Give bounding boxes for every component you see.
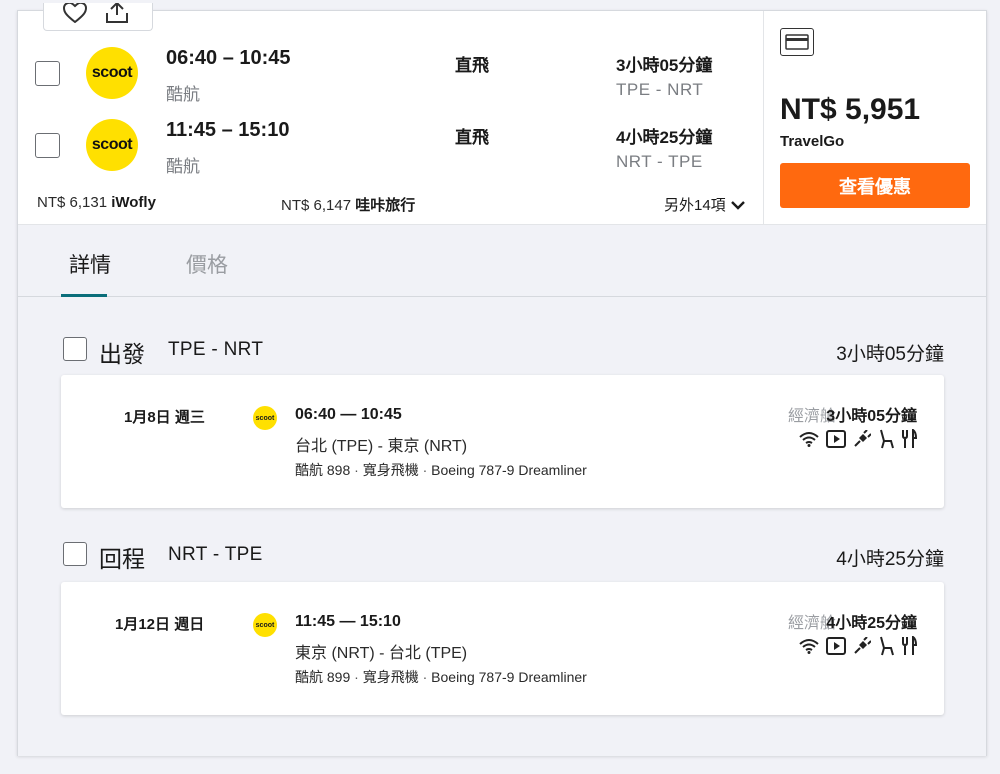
- return-airline: 酷航: [166, 157, 200, 176]
- alternative-prices: NT$ 6,131 iWofly NT$ 6,147 哇咔旅行 另外14項: [18, 191, 763, 215]
- flight-option-outbound: scoot 06:40 – 10:45 酷航 直飛 3小時05分鐘 TPE - …: [18, 47, 763, 109]
- details-panel: 詳情 價格 出發 TPE - NRT 3小時05分鐘 1月8日 週三 scoot…: [18, 224, 986, 756]
- separator: ·: [418, 462, 432, 478]
- segment-duration: 4小時25分鐘: [826, 615, 917, 632]
- flight-option-return: scoot 11:45 – 15:10 酷航 直飛 4小時25分鐘 NRT - …: [18, 119, 763, 181]
- video-icon: [826, 430, 846, 448]
- more-options-toggle[interactable]: 另外14項: [664, 194, 746, 215]
- segment-card-outbound: 1月8日 週三 scoot 06:40 — 10:45 台北 (TPE) - 東…: [61, 375, 944, 508]
- aircraft-model: Boeing 787-9 Dreamliner: [431, 669, 587, 685]
- segment-card-return: 1月12日 週日 scoot 11:45 — 15:10 東京 (NRT) - …: [61, 582, 944, 715]
- card-actions: [43, 1, 153, 31]
- segment-date: 1月12日 週日: [115, 616, 205, 633]
- scoot-logo: scoot: [86, 47, 138, 99]
- alt-price-1-amount: NT$ 6,131: [37, 194, 108, 211]
- alt-price-2-amount: NT$ 6,147: [281, 197, 352, 214]
- return-checkbox[interactable]: [35, 133, 60, 158]
- amenities: [799, 429, 917, 449]
- price-panel: NT$ 5,951 TravelGo 查看優惠: [763, 11, 987, 224]
- segment-times: 06:40 — 10:45: [295, 406, 402, 423]
- flight-number: 酷航 898: [295, 462, 351, 478]
- scoot-logo: scoot: [253, 613, 277, 637]
- meal-icon: [902, 636, 917, 655]
- outbound-leg-checkbox[interactable]: [63, 337, 87, 361]
- alt-price-1[interactable]: NT$ 6,131 iWofly: [37, 194, 156, 211]
- separator: ·: [418, 669, 432, 685]
- leg-route: NRT - TPE: [168, 544, 263, 565]
- wifi-icon: [799, 432, 819, 447]
- credit-card-icon: [780, 28, 814, 56]
- flight-number: 酷航 899: [295, 669, 351, 685]
- aircraft-type: 寬身飛機: [362, 462, 419, 478]
- power-icon: [854, 430, 871, 447]
- aircraft-model: Boeing 787-9 Dreamliner: [431, 462, 587, 478]
- leg-title: 回程: [99, 546, 145, 572]
- outbound-stops: 直飛: [455, 56, 489, 75]
- outbound-times: 06:40 – 10:45: [166, 47, 291, 69]
- scoot-logo: scoot: [86, 119, 138, 171]
- seat-icon: [880, 429, 894, 449]
- seat-icon: [880, 636, 894, 656]
- return-stops: 直飛: [455, 128, 489, 147]
- separator: ·: [350, 669, 363, 685]
- heart-icon[interactable]: [62, 1, 88, 28]
- return-route: NRT - TPE: [616, 152, 703, 171]
- power-icon: [854, 637, 871, 654]
- segment-route: 東京 (NRT) - 台北 (TPE): [295, 645, 468, 662]
- outbound-duration: 3小時05分鐘: [616, 56, 713, 75]
- view-deal-button[interactable]: 查看優惠: [780, 163, 970, 208]
- tab-details[interactable]: 詳情: [69, 249, 111, 279]
- alt-price-2-source: 哇咔旅行: [355, 197, 416, 214]
- active-tab-indicator: [61, 294, 107, 297]
- separator: ·: [350, 462, 363, 478]
- segment-duration: 3小時05分鐘: [826, 408, 917, 425]
- chevron-down-icon: [730, 200, 745, 210]
- segment-route: 台北 (TPE) - 東京 (NRT): [295, 438, 468, 455]
- outbound-airline: 酷航: [166, 85, 200, 104]
- segment-info: 酷航 898 · 寬身飛機 · Boeing 787-9 Dreamliner: [295, 460, 587, 480]
- details-tabs: 詳情 價格: [18, 225, 986, 297]
- alt-price-1-source: iWofly: [111, 194, 156, 211]
- aircraft-type: 寬身飛機: [362, 669, 419, 685]
- main-price: NT$ 5,951: [780, 93, 921, 126]
- alt-price-2[interactable]: NT$ 6,147 哇咔旅行: [281, 194, 415, 215]
- more-options-label: 另外14項: [664, 197, 726, 214]
- leg-header-return: 回程 NRT - TPE 4小時25分鐘: [61, 540, 944, 572]
- meal-icon: [902, 429, 917, 448]
- tab-price[interactable]: 價格: [186, 249, 228, 279]
- return-duration: 4小時25分鐘: [616, 128, 713, 147]
- flight-result-card: scoot 06:40 – 10:45 酷航 直飛 3小時05分鐘 TPE - …: [17, 1, 987, 756]
- amenities: [799, 636, 917, 656]
- segment-times: 11:45 — 15:10: [295, 613, 401, 630]
- leg-header-outbound: 出發 TPE - NRT 3小時05分鐘: [61, 335, 944, 367]
- scoot-logo: scoot: [253, 406, 277, 430]
- share-icon[interactable]: [104, 1, 130, 28]
- leg-duration: 3小時05分鐘: [836, 344, 944, 365]
- vendor-name: TravelGo: [780, 133, 845, 150]
- leg-route: TPE - NRT: [168, 339, 264, 360]
- wifi-icon: [799, 639, 819, 654]
- leg-title: 出發: [99, 341, 145, 367]
- outbound-checkbox[interactable]: [35, 61, 60, 86]
- segment-date: 1月8日 週三: [124, 409, 205, 426]
- video-icon: [826, 637, 846, 655]
- outbound-route: TPE - NRT: [616, 80, 704, 99]
- leg-duration: 4小時25分鐘: [836, 549, 944, 570]
- segment-info: 酷航 899 · 寬身飛機 · Boeing 787-9 Dreamliner: [295, 667, 587, 687]
- return-times: 11:45 – 15:10: [166, 119, 290, 141]
- return-leg-checkbox[interactable]: [63, 542, 87, 566]
